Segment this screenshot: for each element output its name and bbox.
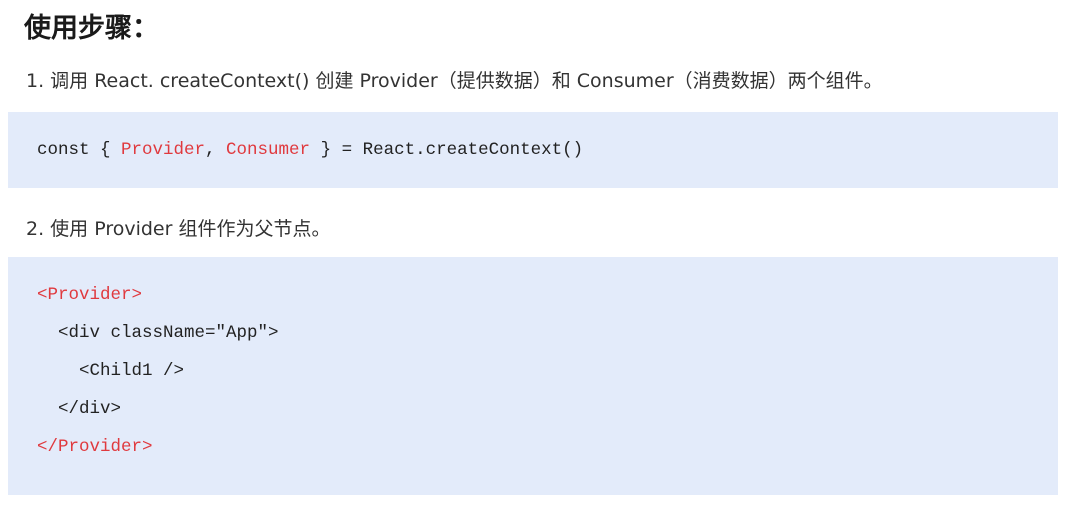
step-1-description: 1. 调用 React. createContext() 创建 Provider…: [26, 70, 883, 92]
code-line-provider-open: <Provider>: [37, 285, 143, 305]
code-token-provider: Provider: [121, 140, 206, 160]
code-line-child: <Child1 />: [37, 361, 185, 381]
code-token: } = React.createContext(): [310, 140, 584, 160]
page-title: 使用步骤：: [24, 13, 159, 44]
code-line: const { Provider, Consumer } = React.cre…: [37, 140, 583, 160]
code-block-provider-usage: <Provider> <div className="App"> <Child1…: [8, 257, 1058, 495]
code-line-provider-close: </Provider>: [37, 437, 153, 457]
step-2-description: 2. 使用 Provider 组件作为父节点。: [26, 218, 331, 240]
code-token: const {: [37, 140, 122, 160]
code-line-div-open: <div className="App">: [37, 323, 279, 343]
code-block-create-context: const { Provider, Consumer } = React.cre…: [8, 112, 1058, 188]
code-token: ,: [205, 140, 227, 160]
code-line-div-close: </div>: [37, 399, 122, 419]
code-token-consumer: Consumer: [226, 140, 311, 160]
